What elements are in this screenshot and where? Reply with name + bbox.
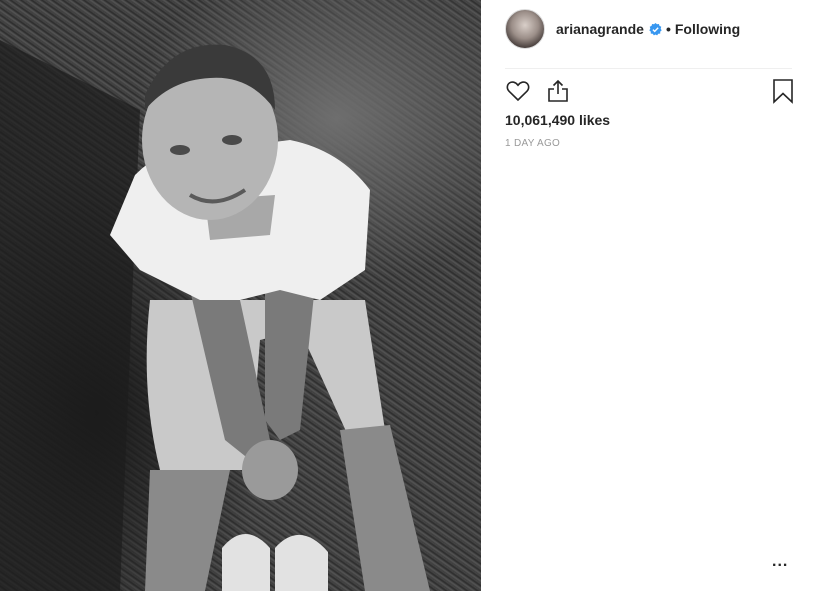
post-header: arianagrande • Following <box>505 9 740 49</box>
more-options-button[interactable]: ... <box>772 553 788 571</box>
header-divider <box>505 68 792 69</box>
post-photo[interactable] <box>0 0 481 591</box>
action-bar <box>505 78 794 106</box>
username-link[interactable]: arianagrande <box>556 21 644 37</box>
bookmark-icon[interactable] <box>772 78 794 104</box>
post-timestamp[interactable]: 1 DAY AGO <box>505 138 560 149</box>
following-button[interactable]: Following <box>675 21 740 37</box>
post-details-panel: arianagrande • Following 10,061,490 like… <box>481 0 816 591</box>
share-icon[interactable] <box>545 78 571 104</box>
separator-dot: • <box>665 21 671 37</box>
heart-icon[interactable] <box>505 78 531 104</box>
likes-count[interactable]: 10,061,490 likes <box>505 112 610 128</box>
post-photo-illustration <box>0 40 430 591</box>
avatar[interactable] <box>505 9 545 49</box>
verified-badge-icon <box>649 22 662 35</box>
